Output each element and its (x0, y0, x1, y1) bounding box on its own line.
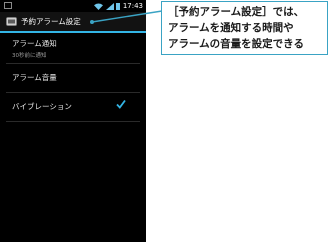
setting-alarm-notification[interactable]: アラーム通知 30秒前に通知 (0, 38, 146, 59)
callout-line: ［予約アラーム設定］では、 (168, 6, 305, 18)
setting-alarm-volume[interactable]: アラーム音量 (0, 72, 146, 83)
callout-box: ［予約アラーム設定］では、 アラームを通知する時間や アラームの音量を設定できる (161, 1, 328, 55)
setting-label: アラーム通知 (12, 39, 57, 48)
alarm-clock-icon (6, 17, 17, 26)
setting-vibration[interactable]: バイブレーション (0, 99, 146, 112)
setting-label: アラーム音量 (12, 73, 57, 82)
divider (6, 63, 140, 64)
title-divider (0, 31, 146, 33)
callout-line: アラームを通知する時間や (168, 22, 294, 34)
phone-screen: 17:43 予約アラーム設定 アラーム通知 30秒前に通知 アラーム音量 バイブ… (0, 0, 146, 242)
page-title: 予約アラーム設定 (21, 17, 81, 26)
checkmark-icon[interactable] (116, 99, 126, 109)
callout-pointer (90, 10, 163, 24)
setting-summary: 30秒前に通知 (12, 53, 47, 59)
notification-icon (4, 2, 12, 9)
divider (6, 92, 140, 93)
divider (6, 121, 140, 122)
callout-line: アラームの音量を設定できる (168, 38, 304, 50)
